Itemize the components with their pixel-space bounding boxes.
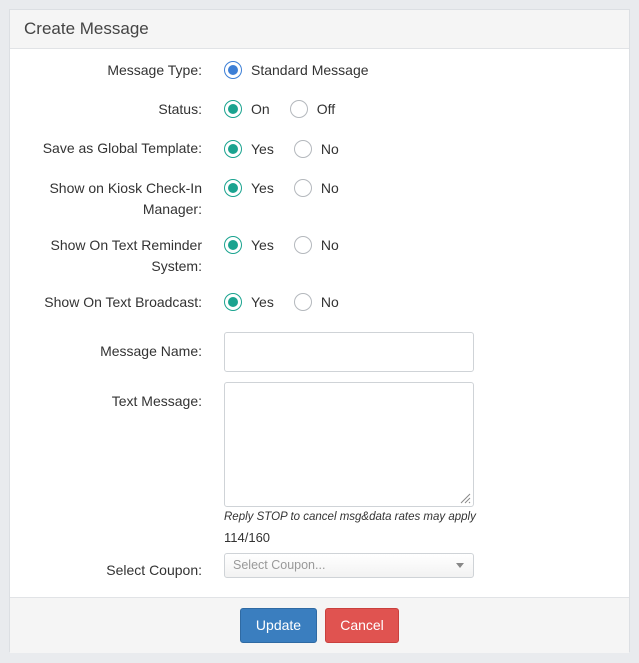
option-label: No [320, 141, 339, 157]
option-label: Yes [251, 180, 274, 196]
kiosk-label: Show on Kiosk Check-In Manager: [12, 178, 202, 220]
resize-handle-icon[interactable] [459, 492, 471, 504]
radio-unchecked-icon[interactable] [293, 140, 312, 158]
option-label: Off [316, 101, 336, 117]
message-name-input[interactable] [224, 332, 474, 372]
radio-unchecked-icon[interactable] [293, 293, 312, 311]
radio-unchecked-icon[interactable] [293, 236, 312, 254]
message-type-standard-option[interactable]: Standard Message [224, 61, 369, 79]
radio-checked-icon[interactable] [224, 140, 242, 158]
text-reminder-label-line1: Show On Text Reminder [50, 237, 202, 253]
option-label: Yes [251, 294, 274, 310]
text-broadcast-yes-option[interactable]: Yes [224, 293, 274, 311]
select-coupon-label: Select Coupon: [106, 562, 202, 578]
message-type-group: Standard Message [224, 61, 369, 79]
page-title: Create Message [24, 19, 149, 38]
chevron-down-icon [456, 563, 464, 568]
radio-checked-icon[interactable] [224, 293, 242, 311]
option-label: No [320, 180, 339, 196]
text-broadcast-no-option[interactable]: No [293, 293, 339, 311]
text-reminder-label-line2: System: [151, 258, 202, 274]
coupon-select[interactable]: Select Coupon... [224, 553, 474, 578]
text-broadcast-group: Yes No [224, 293, 339, 311]
create-message-panel: Create Message Message Type: Standard Me… [9, 9, 630, 653]
option-label: Standard Message [251, 62, 369, 78]
option-label: No [320, 237, 339, 253]
text-message-label: Text Message: [111, 393, 202, 409]
kiosk-group: Yes No [224, 179, 339, 197]
radio-checked-icon[interactable] [224, 100, 242, 118]
text-broadcast-label: Show On Text Broadcast: [44, 294, 202, 310]
sms-disclaimer: Reply STOP to cancel msg&data rates may … [224, 511, 476, 523]
global-template-label: Save as Global Template: [42, 140, 202, 156]
status-off-option[interactable]: Off [289, 100, 336, 118]
status-on-option[interactable]: On [224, 100, 270, 118]
kiosk-label-line2: Manager: [142, 201, 202, 217]
cancel-button[interactable]: Cancel [325, 608, 399, 643]
status-label: Status: [158, 101, 202, 117]
radio-checked-icon[interactable] [224, 61, 242, 79]
option-label: Yes [251, 141, 274, 157]
global-template-group: Yes No [224, 140, 339, 158]
message-type-label: Message Type: [107, 62, 202, 78]
kiosk-yes-option[interactable]: Yes [224, 179, 274, 197]
status-group: On Off [224, 100, 335, 118]
character-counter: 114/160 [224, 530, 271, 545]
text-reminder-label: Show On Text Reminder System: [12, 235, 202, 277]
option-label: No [320, 294, 339, 310]
kiosk-label-line1: Show on Kiosk Check-In [49, 180, 202, 196]
panel-footer: Update Cancel [10, 597, 629, 653]
option-label: Yes [251, 237, 274, 253]
update-button[interactable]: Update [240, 608, 317, 643]
coupon-select-placeholder: Select Coupon... [233, 558, 326, 572]
radio-checked-icon[interactable] [224, 236, 242, 254]
radio-unchecked-icon[interactable] [293, 179, 312, 197]
text-reminder-no-option[interactable]: No [293, 236, 339, 254]
option-label: On [251, 101, 270, 117]
kiosk-no-option[interactable]: No [293, 179, 339, 197]
text-reminder-yes-option[interactable]: Yes [224, 236, 274, 254]
text-message-textarea[interactable] [224, 382, 474, 507]
panel-header: Create Message [10, 10, 629, 49]
message-name-label: Message Name: [100, 343, 202, 359]
radio-checked-icon[interactable] [224, 179, 242, 197]
global-template-yes-option[interactable]: Yes [224, 140, 274, 158]
radio-unchecked-icon[interactable] [289, 100, 308, 118]
global-template-no-option[interactable]: No [293, 140, 339, 158]
text-reminder-group: Yes No [224, 236, 339, 254]
